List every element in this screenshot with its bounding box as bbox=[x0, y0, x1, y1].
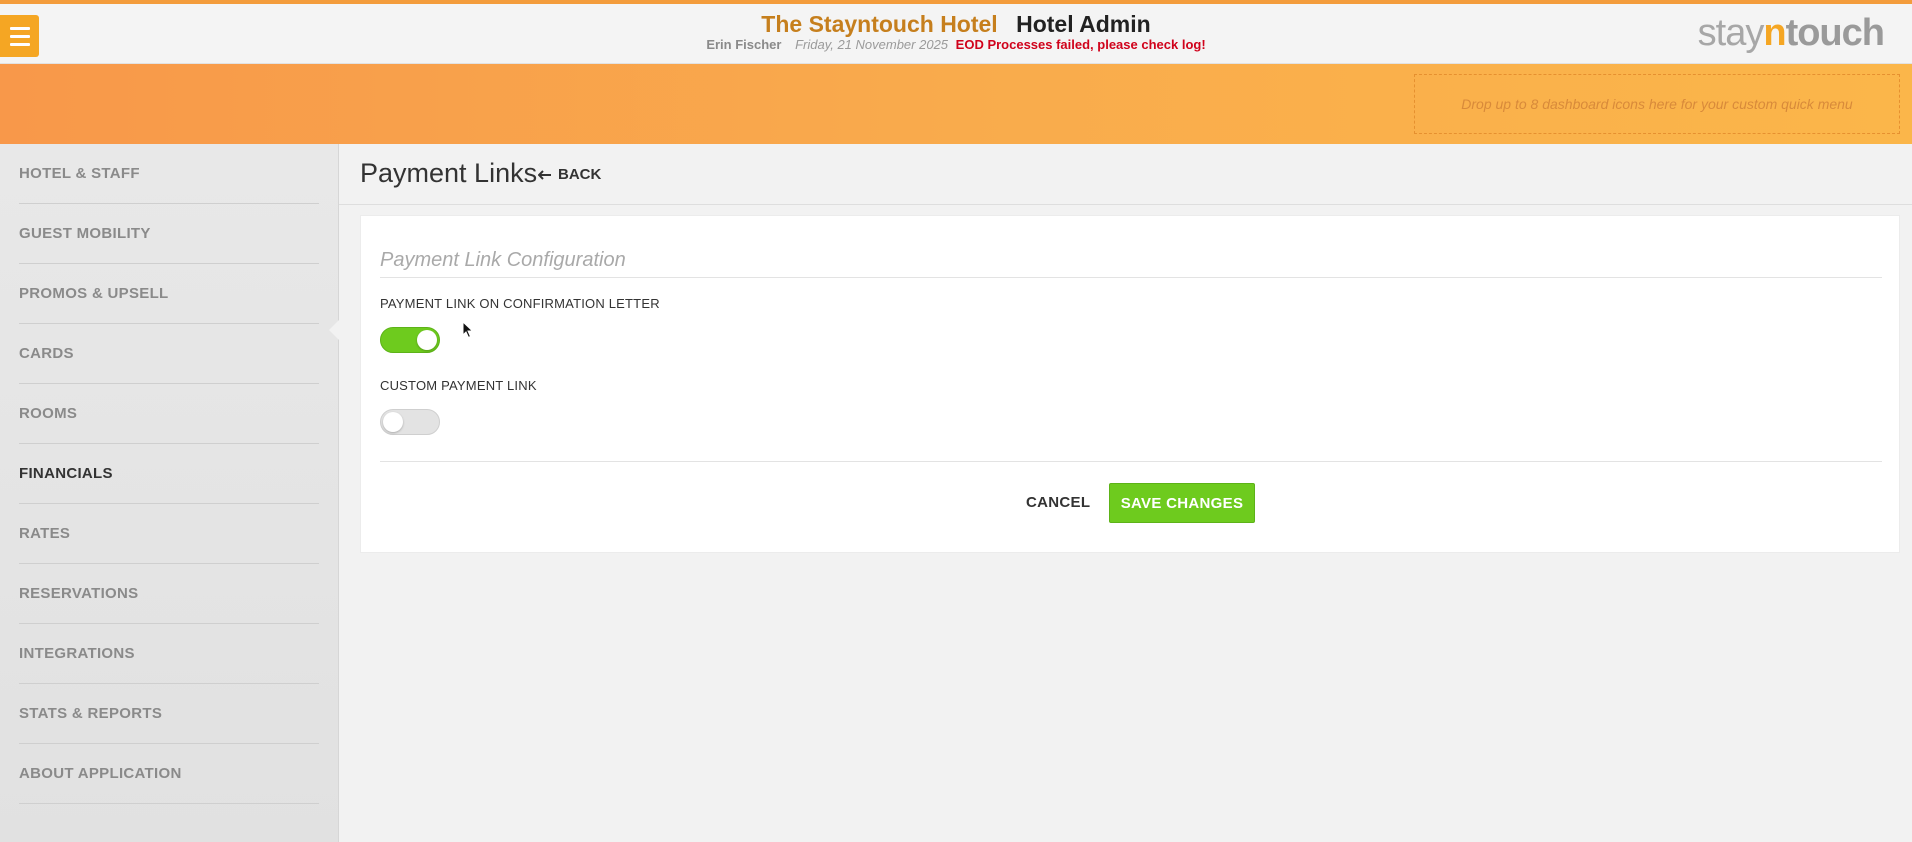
sidebar-item-label: ROOMS bbox=[19, 405, 78, 422]
sidebar-item-label: GUEST MOBILITY bbox=[19, 225, 151, 242]
sidebar-item-label: CARDS bbox=[19, 345, 74, 362]
sidebar-item-label: INTEGRATIONS bbox=[19, 645, 135, 662]
sidebar: HOTEL & STAFF GUEST MOBILITY PROMOS & UP… bbox=[0, 144, 339, 842]
brand-logo-part: n bbox=[1763, 12, 1786, 54]
back-button[interactable]: BACK bbox=[538, 166, 601, 183]
sidebar-item-rooms[interactable]: ROOMS bbox=[19, 384, 319, 444]
back-label: BACK bbox=[558, 166, 602, 183]
confirmation-letter-link-toggle[interactable] bbox=[380, 327, 440, 353]
active-item-indicator bbox=[329, 319, 340, 341]
sidebar-item-label: STATS & REPORTS bbox=[19, 705, 163, 722]
sidebar-item-label: FINANCIALS bbox=[19, 465, 113, 482]
sidebar-item-label: RESERVATIONS bbox=[19, 585, 139, 602]
sidebar-item-integrations[interactable]: INTEGRATIONS bbox=[19, 624, 319, 684]
sidebar-item-promos-upsell[interactable]: PROMOS & UPSELL bbox=[19, 264, 319, 324]
sidebar-item-financials[interactable]: FINANCIALS bbox=[19, 444, 319, 504]
brand-logo-part: touch bbox=[1785, 12, 1885, 54]
sidebar-item-label: RATES bbox=[19, 525, 71, 542]
header-subline: Erin Fischer Friday, 21 November 2025 EO… bbox=[0, 37, 1912, 52]
admin-title: Hotel Admin bbox=[1016, 11, 1151, 37]
sidebar-item-hotel-staff[interactable]: HOTEL & STAFF bbox=[19, 144, 319, 204]
cancel-button[interactable]: CANCEL bbox=[1026, 494, 1090, 511]
divider bbox=[380, 277, 1882, 278]
sidebar-item-guest-mobility[interactable]: GUEST MOBILITY bbox=[19, 204, 319, 264]
sidebar-item-rates[interactable]: RATES bbox=[19, 504, 319, 564]
quick-menu-band: Drop up to 8 dashboard icons here for yo… bbox=[0, 64, 1912, 144]
custom-payment-link-toggle[interactable] bbox=[380, 409, 440, 435]
hotel-name: The Stayntouch Hotel bbox=[761, 11, 998, 37]
divider bbox=[380, 461, 1882, 462]
sidebar-item-cards[interactable]: CARDS bbox=[19, 324, 319, 384]
business-date: Friday, 21 November 2025 bbox=[795, 37, 949, 52]
payment-links-card: Payment Link Configuration PAYMENT LINK … bbox=[360, 215, 1900, 553]
quick-menu-dropzone[interactable]: Drop up to 8 dashboard icons here for yo… bbox=[1414, 74, 1900, 134]
page-title: Payment Links bbox=[360, 158, 538, 188]
app-header: The Stayntouch Hotel Hotel Admin Erin Fi… bbox=[0, 4, 1912, 64]
arrow-left-icon bbox=[538, 169, 551, 180]
sidebar-item-label: HOTEL & STAFF bbox=[19, 165, 140, 182]
cursor-arrow-icon bbox=[462, 320, 474, 339]
save-changes-button[interactable]: SAVE CHANGES bbox=[1109, 483, 1255, 523]
sidebar-item-label: ABOUT APPLICATION bbox=[19, 765, 182, 782]
eod-error-message[interactable]: EOD Processes failed, please check log! bbox=[956, 37, 1206, 52]
section-title: Payment Link Configuration bbox=[380, 249, 626, 271]
confirmation-letter-link-label: PAYMENT LINK ON CONFIRMATION LETTER bbox=[380, 296, 660, 311]
header-title: The Stayntouch Hotel Hotel Admin bbox=[0, 11, 1912, 38]
sidebar-item-about-application[interactable]: ABOUT APPLICATION bbox=[19, 744, 319, 804]
brand-logo: stayntouch bbox=[1697, 12, 1885, 55]
divider bbox=[339, 204, 1912, 205]
sidebar-item-stats-reports[interactable]: STATS & REPORTS bbox=[19, 684, 319, 744]
toggle-knob bbox=[417, 330, 437, 350]
toggle-knob bbox=[383, 412, 403, 432]
sidebar-item-reservations[interactable]: RESERVATIONS bbox=[19, 564, 319, 624]
quick-menu-placeholder: Drop up to 8 dashboard icons here for yo… bbox=[1461, 96, 1853, 112]
brand-logo-part: stay bbox=[1697, 12, 1765, 54]
custom-payment-link-label: CUSTOM PAYMENT LINK bbox=[380, 378, 537, 393]
user-name: Erin Fischer bbox=[706, 37, 782, 52]
sidebar-item-label: PROMOS & UPSELL bbox=[19, 285, 169, 302]
